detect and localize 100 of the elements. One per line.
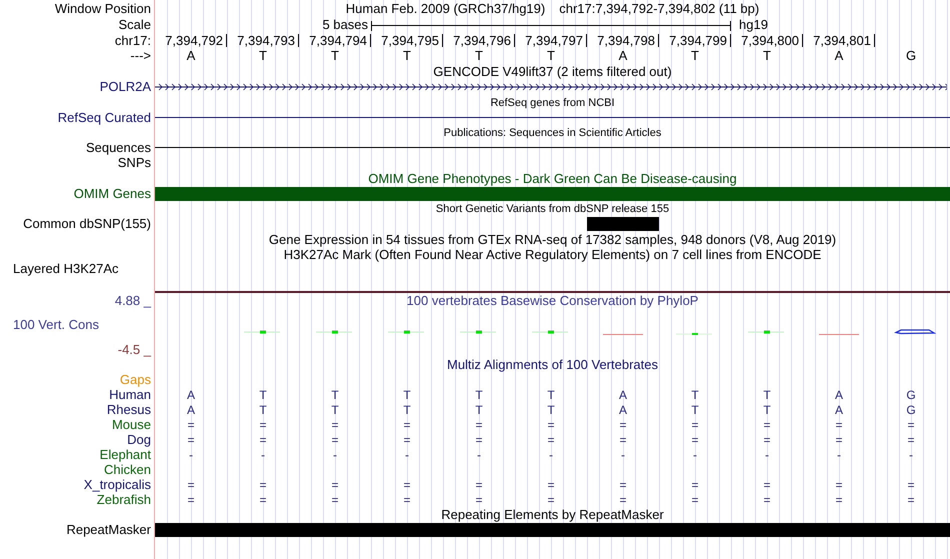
track-label[interactable]: Sequences <box>86 140 151 154</box>
alignment-base: A <box>618 402 627 416</box>
alignment-base: T <box>403 388 411 402</box>
track-label[interactable]: 100 Vert. Cons <box>0 318 151 332</box>
alignment-base: = <box>187 492 194 506</box>
alignment-base: - <box>549 448 553 462</box>
track-label[interactable]: OMIM Genes <box>74 186 151 200</box>
alignment-base: = <box>619 432 626 446</box>
base-letter: T <box>403 49 411 63</box>
ruler-position: 7,394,794 <box>309 34 371 47</box>
row-label: Scale <box>118 18 151 32</box>
species-label[interactable]: Dog <box>127 432 151 446</box>
alignment-base: = <box>619 492 626 506</box>
alignment-base: = <box>763 432 770 446</box>
row-label: Window Position <box>54 2 151 16</box>
alignment-base: = <box>475 418 482 432</box>
alignment-base: G <box>906 388 916 402</box>
base-letter: A <box>618 49 628 63</box>
alignment-base: = <box>691 492 698 506</box>
alignment-base: T <box>259 388 267 402</box>
axis-min-label: -4.5 _ <box>116 343 151 357</box>
alignment-base: T <box>763 388 771 402</box>
alignment-base: T <box>475 388 483 402</box>
track-title: Publications: Sequences in Scientific Articles <box>444 126 662 140</box>
base-letter: T <box>331 49 339 63</box>
alignment-base: - <box>405 448 409 462</box>
gene-label[interactable]: POLR2A <box>100 80 151 94</box>
track-label[interactable]: Common dbSNP(155) <box>23 217 151 231</box>
track-title: OMIM Gene Phenotypes - Dark Green Can Be Disease-causing <box>368 172 737 186</box>
alignment-base: = <box>907 432 914 446</box>
ruler-position: 7,394,795 <box>381 34 443 47</box>
alignment-base: = <box>259 418 266 432</box>
alignment-base: - <box>189 448 193 462</box>
alignment-base: - <box>693 448 697 462</box>
base-letter: A <box>186 49 196 63</box>
alignment-base: = <box>907 418 914 432</box>
alignment-base: = <box>547 432 554 446</box>
alignment-base: A <box>834 388 843 402</box>
position-range: chr17:7,394,792-7,394,802 (11 bp) <box>559 2 760 16</box>
track-title: GENCODE V49lift37 (2 items filtered out) <box>433 64 672 78</box>
assembly-title: Human Feb. 2009 (GRCh37/hg19) <box>346 2 546 16</box>
alignment-base: = <box>475 492 482 506</box>
alignment-base: = <box>259 478 266 492</box>
alignment-base: - <box>765 448 769 462</box>
ruler-position: 7,394,801 <box>813 34 875 47</box>
alignment-base: T <box>331 402 339 416</box>
alignment-base: = <box>763 478 770 492</box>
alignment-base: = <box>331 418 338 432</box>
base-letter: T <box>475 49 483 63</box>
alignment-base: = <box>331 478 338 492</box>
alignment-base: = <box>835 492 842 506</box>
scale-assembly: hg19 <box>738 18 769 32</box>
species-label[interactable]: Zebrafish <box>96 492 151 506</box>
alignment-base: = <box>907 478 914 492</box>
ruler-position: 7,394,800 <box>741 34 803 47</box>
alignment-base: = <box>835 478 842 492</box>
track-title: Repeating Elements by RepeatMasker <box>441 508 664 522</box>
alignment-base: A <box>618 388 627 402</box>
ruler-position: 7,394,799 <box>669 34 731 47</box>
ruler-position: 7,394,796 <box>453 34 515 47</box>
track-title: Short Genetic Variants from dbSNP release 155 <box>436 202 670 216</box>
base-letter: T <box>259 49 267 63</box>
alignment-base: T <box>331 388 339 402</box>
track-label[interactable]: RepeatMasker <box>66 522 151 536</box>
track-title: 100 vertebrates Basewise Conservation by PhyloP <box>406 294 698 308</box>
alignment-base: = <box>547 418 554 432</box>
species-label[interactable]: Chicken <box>104 462 151 476</box>
species-label[interactable]: Elephant <box>100 448 151 462</box>
alignment-base: T <box>259 402 267 416</box>
alignment-base: T <box>691 402 699 416</box>
alignment-base: - <box>621 448 625 462</box>
alignment-base: = <box>691 478 698 492</box>
species-label[interactable]: X_tropicalis <box>84 478 151 492</box>
track-title: Gene Expression in 54 tissues from GTEx RNA-seq of 17382 samples, 948 donors (V8, Aug 2019) <box>268 232 836 246</box>
alignment-base: = <box>691 432 698 446</box>
alignment-base: = <box>691 418 698 432</box>
ruler-position: 7,394,797 <box>525 34 587 47</box>
species-label[interactable]: Human <box>109 388 151 402</box>
scale-span-text: 5 bases <box>322 18 369 32</box>
alignment-base: = <box>763 492 770 506</box>
track-label[interactable]: RefSeq Curated <box>58 110 151 124</box>
species-label[interactable]: Mouse <box>112 418 151 432</box>
alignment-base: T <box>691 388 699 402</box>
alignment-base: = <box>619 418 626 432</box>
alignment-base: A <box>186 388 195 402</box>
alignment-base: = <box>835 432 842 446</box>
track-label[interactable]: Layered H3K27Ac <box>13 262 119 276</box>
base-letter: A <box>834 49 844 63</box>
ruler-position: 7,394,793 <box>237 34 299 47</box>
strand-arrow: ---> <box>130 49 151 63</box>
alignment-base: = <box>187 418 194 432</box>
row-label: chr17: <box>114 34 151 48</box>
track-title: Multiz Alignments of 100 Vertebrates <box>446 358 658 372</box>
alignment-base: - <box>909 448 913 462</box>
alignment-base: - <box>477 448 481 462</box>
alignment-base: = <box>403 478 410 492</box>
species-label[interactable]: Rhesus <box>106 402 151 416</box>
alignment-base: = <box>547 478 554 492</box>
alignment-base: = <box>475 432 482 446</box>
track-label[interactable]: SNPs <box>118 156 151 170</box>
